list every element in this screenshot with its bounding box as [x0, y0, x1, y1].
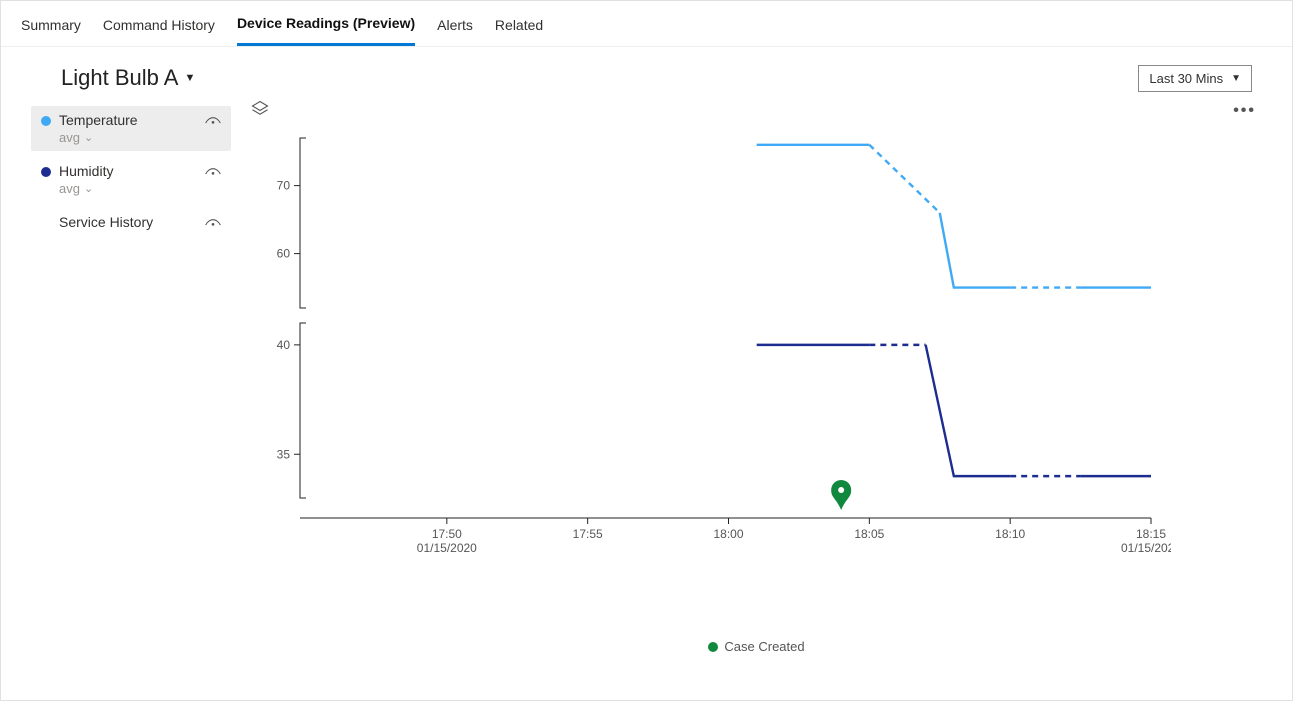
eye-icon[interactable] [205, 116, 221, 130]
chart-area: ••• 6070354017:5001/15/202017:5518:0018:… [251, 100, 1262, 660]
series-agg-label: avg [59, 181, 80, 196]
tab-command-history[interactable]: Command History [103, 13, 215, 45]
tabs-bar: Summary Command History Device Readings … [1, 1, 1292, 47]
eye-icon[interactable] [205, 218, 221, 232]
svg-text:01/15/2020: 01/15/2020 [1121, 541, 1171, 555]
series-agg-select[interactable]: avg ⌄ [59, 181, 113, 196]
tab-summary[interactable]: Summary [21, 13, 81, 45]
body-row: Temperature avg ⌄ Humidity avg [31, 100, 1262, 660]
legend-bottom: Case Created [251, 639, 1262, 660]
tab-related[interactable]: Related [495, 13, 543, 45]
caret-down-icon: ▼ [184, 72, 195, 84]
svg-text:18:05: 18:05 [854, 527, 884, 541]
legend-label: Case Created [724, 639, 804, 654]
series-item-service-history[interactable]: Service History [31, 208, 231, 238]
series-swatch [41, 167, 51, 177]
series-agg-label: avg [59, 130, 80, 145]
header-row: Light Bulb A ▼ Last 30 Mins ▼ [61, 65, 1252, 92]
svg-text:01/15/2020: 01/15/2020 [417, 541, 477, 555]
series-name: Humidity [59, 163, 113, 179]
chart-toolbar: ••• [251, 100, 1262, 121]
chevron-down-icon: ⌄ [84, 182, 93, 195]
tab-device-readings[interactable]: Device Readings (Preview) [237, 11, 415, 46]
svg-text:60: 60 [277, 247, 291, 261]
device-selector[interactable]: Light Bulb A ▼ [61, 65, 195, 91]
svg-text:35: 35 [277, 447, 291, 461]
svg-text:17:50: 17:50 [432, 527, 462, 541]
layers-icon[interactable] [251, 100, 269, 121]
time-range-label: Last 30 Mins [1149, 71, 1223, 86]
svg-text:18:10: 18:10 [995, 527, 1025, 541]
series-panel: Temperature avg ⌄ Humidity avg [31, 100, 231, 660]
series-item-left: Service History [41, 214, 153, 230]
svg-text:18:00: 18:00 [713, 527, 743, 541]
series-item-left: Humidity avg ⌄ [41, 163, 113, 196]
series-agg-select[interactable]: avg ⌄ [59, 130, 138, 145]
caret-down-icon: ▼ [1231, 73, 1241, 84]
series-item-temperature[interactable]: Temperature avg ⌄ [31, 106, 231, 151]
time-range-select[interactable]: Last 30 Mins ▼ [1138, 65, 1252, 92]
device-title-text: Light Bulb A [61, 65, 178, 91]
svg-text:40: 40 [277, 338, 291, 352]
series-name: Service History [59, 214, 153, 230]
series-item-left: Temperature avg ⌄ [41, 112, 138, 145]
svg-text:17:55: 17:55 [573, 527, 603, 541]
chevron-down-icon: ⌄ [84, 131, 93, 144]
eye-icon[interactable] [205, 167, 221, 181]
content-area: Light Bulb A ▼ Last 30 Mins ▼ Temperatur… [1, 47, 1292, 700]
series-name: Temperature [59, 112, 138, 128]
svg-text:18:15: 18:15 [1136, 527, 1166, 541]
more-icon[interactable]: ••• [1233, 102, 1256, 120]
legend-dot-icon [708, 642, 718, 652]
series-item-humidity[interactable]: Humidity avg ⌄ [31, 157, 231, 202]
series-swatch [41, 116, 51, 126]
chart-svg[interactable]: 6070354017:5001/15/202017:5518:0018:0518… [251, 128, 1171, 588]
tab-alerts[interactable]: Alerts [437, 13, 473, 45]
svg-text:70: 70 [277, 179, 291, 193]
